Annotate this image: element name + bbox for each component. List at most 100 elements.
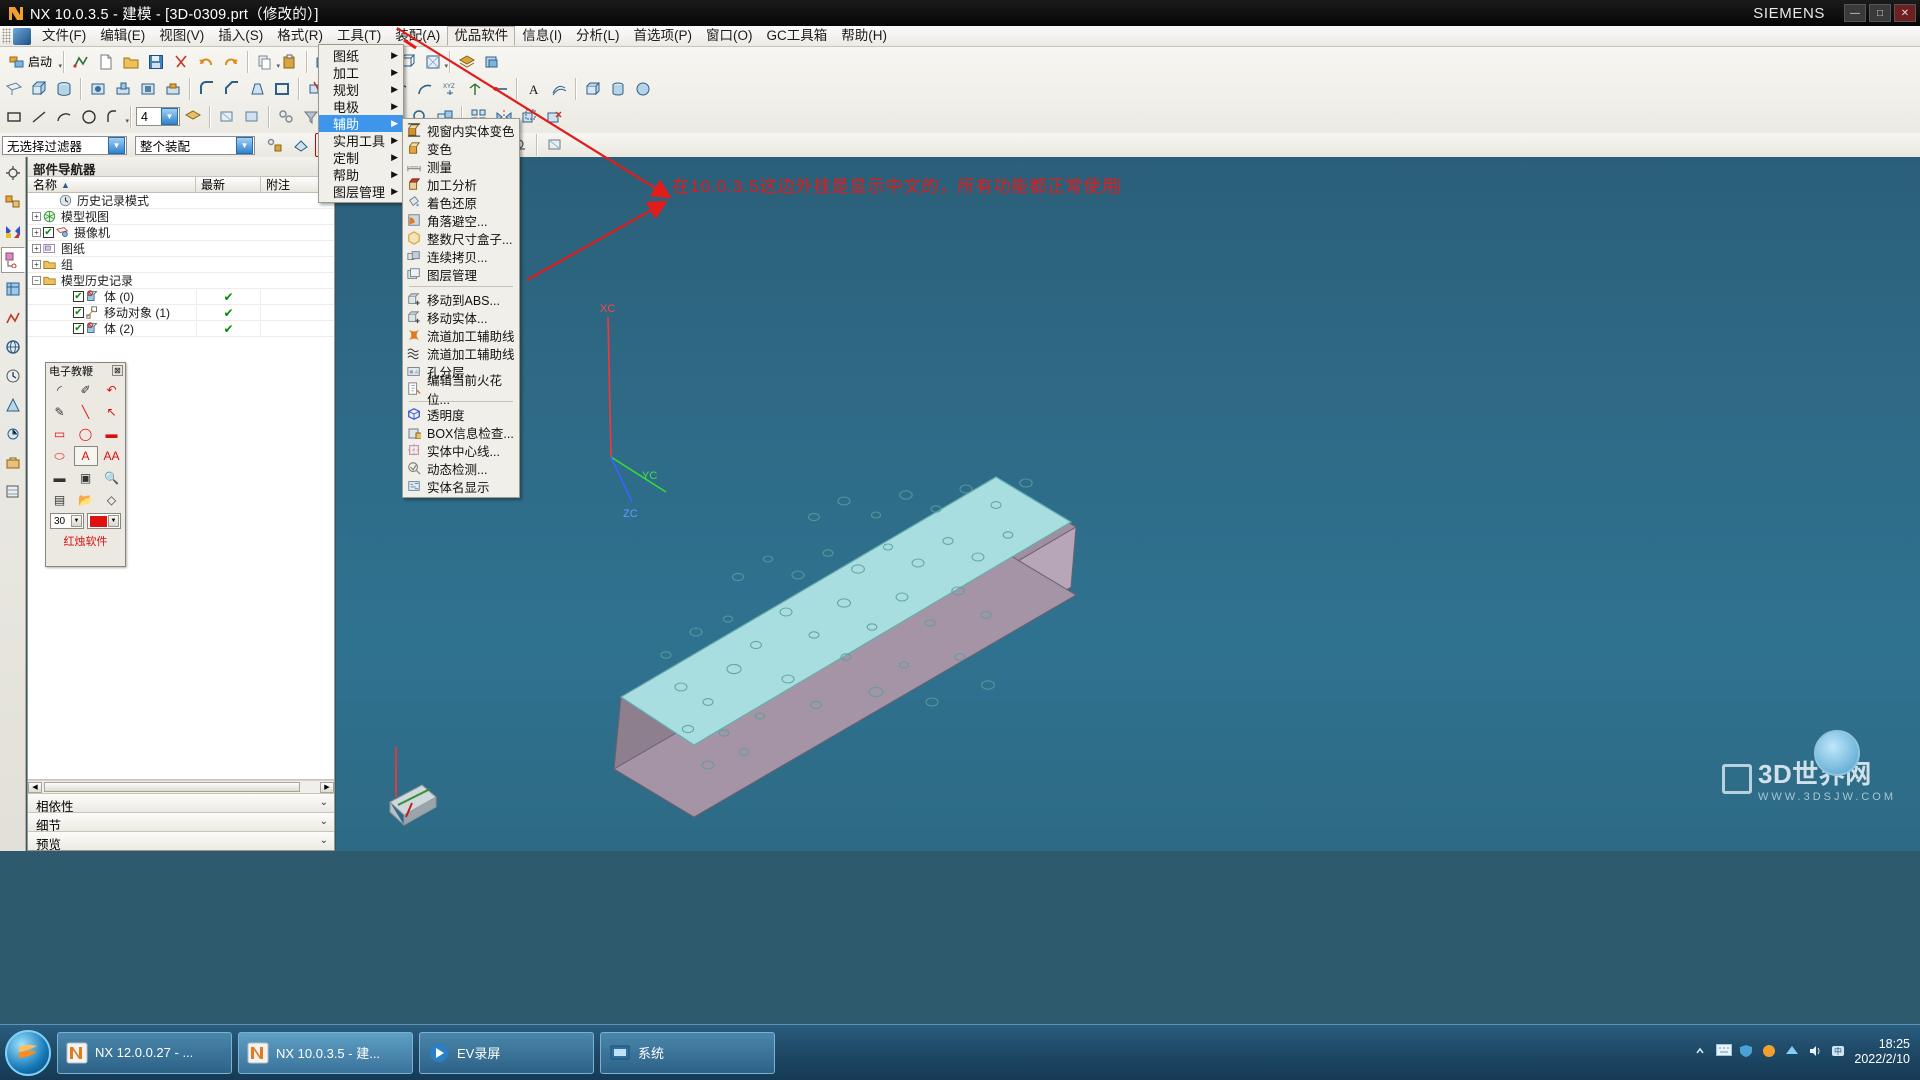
text-button[interactable]: A — [522, 77, 546, 101]
chamfer-button[interactable] — [220, 77, 244, 101]
hole-button[interactable] — [86, 77, 110, 101]
open-tool[interactable]: 📂 — [73, 490, 98, 510]
revolve-button[interactable] — [52, 77, 76, 101]
tray-app-icon[interactable] — [1762, 1044, 1778, 1060]
text-size-tool[interactable]: AA — [99, 446, 124, 466]
menu-entry-6[interactable]: 定制 ▶ — [319, 149, 403, 166]
view-orient-button[interactable]: ▾ — [421, 50, 448, 74]
delete-face-button[interactable] — [542, 105, 566, 129]
save-tool[interactable]: ▤ — [47, 490, 72, 510]
roles-icon[interactable] — [1, 450, 25, 476]
face-select-button[interactable] — [543, 133, 567, 157]
horizontal-scrollbar[interactable]: ◀ ▶ — [28, 780, 334, 793]
menu-item-8[interactable]: 信息(I) — [515, 26, 569, 46]
chevron-down-icon[interactable]: ▾ — [59, 62, 63, 70]
row-checkbox[interactable]: ✔ — [43, 227, 54, 238]
navigator-section[interactable]: 预览 ⌄ — [28, 831, 334, 852]
rect-filled-tool[interactable]: ▬ — [99, 424, 124, 444]
screenshot-tool[interactable]: ▣ — [73, 468, 98, 488]
scroll-right-icon[interactable]: ▶ — [320, 781, 334, 793]
pen-tool[interactable]: ✐ — [73, 380, 98, 400]
submenu-fuzhu[interactable]: 视窗内实体变色 变色 测量 加工分析 着色还原 角落避空... 整数尺寸盒子... 连续拷贝.… — [402, 118, 520, 498]
visible-layers-button[interactable] — [215, 105, 239, 129]
navigator-row[interactable]: 历史记录模式 — [28, 193, 334, 209]
expand-icon[interactable]: + — [32, 260, 41, 269]
taskbar-task-3[interactable]: 系统 — [600, 1031, 775, 1074]
menu-entry-7[interactable]: 帮助 ▶ — [319, 166, 403, 183]
curve-rule-button[interactable] — [488, 77, 512, 101]
part-navigator-icon[interactable] — [1, 247, 25, 273]
submenu-entry-1-5[interactable]: 编辑当前火花位... — [403, 374, 519, 407]
layers-panel-icon[interactable] — [1, 479, 25, 505]
layer-set-button[interactable] — [181, 105, 205, 129]
save-button[interactable] — [144, 50, 168, 74]
navigator-row[interactable]: + 组 — [28, 257, 334, 273]
menu-grip[interactable] — [2, 28, 11, 44]
submenu-entry-0-8[interactable]: 图层管理 — [403, 265, 519, 283]
menu-item-7[interactable]: 优品软件 — [447, 26, 516, 46]
history-icon[interactable] — [1, 363, 25, 389]
menu-item-6[interactable]: 装配(A) — [388, 26, 447, 46]
copy-button[interactable]: ▾ — [253, 50, 280, 74]
scope-combo[interactable]: 整个装配 ▼ — [135, 135, 255, 155]
submenu-entry-2-2[interactable]: 实体中心线... — [403, 441, 519, 459]
submenu-entry-0-7[interactable]: 连续拷贝... — [403, 247, 519, 265]
column-header-name[interactable]: 名称 ▲ — [28, 177, 196, 192]
layer-visible2-button[interactable] — [240, 105, 264, 129]
undo-tool[interactable]: ↶ — [99, 380, 124, 400]
view-navigation-ball[interactable] — [1814, 730, 1860, 776]
number-input[interactable]: 4 ▼ — [136, 107, 180, 126]
expand-icon[interactable]: + — [32, 244, 41, 253]
offset-face-button[interactable] — [517, 105, 541, 129]
web-browser-icon[interactable] — [1, 334, 25, 360]
minimize-button[interactable]: — — [1844, 4, 1866, 22]
menu-entry-4[interactable]: 辅助 ▶ — [319, 115, 403, 132]
collapse-icon[interactable]: − — [32, 276, 41, 285]
offset-curve-button[interactable] — [547, 77, 571, 101]
datum-plane-button[interactable] — [2, 77, 26, 101]
menu-entry-1[interactable]: 加工 ▶ — [319, 64, 403, 81]
row-checkbox[interactable]: ✔ — [73, 291, 84, 302]
chevron-down-icon[interactable]: ▼ — [71, 515, 82, 527]
select-general-button[interactable] — [263, 133, 287, 157]
menu-item-4[interactable]: 格式(R) — [270, 26, 330, 46]
expand-icon[interactable]: + — [32, 212, 41, 221]
chevron-down-icon[interactable]: ▼ — [108, 136, 125, 154]
assembly-navigator-icon[interactable] — [1, 160, 25, 186]
menu-entry-5[interactable]: 实用工具 ▶ — [319, 132, 403, 149]
menu-item-1[interactable]: 编辑(E) — [93, 26, 152, 46]
hd3d-tools-icon[interactable] — [1, 305, 25, 331]
chevron-down-icon[interactable]: ⌄ — [320, 816, 328, 827]
dropdown-menu-youpin[interactable]: 图纸 ▶ 加工 ▶ 规划 ▶ 电极 ▶ 辅助 ▶ 实用工具 ▶ 定制 ▶ 帮助 ▶ 图层管理 ▶ — [318, 44, 404, 203]
graphics-viewport[interactable]: XC YC ZC 3D世界网 WWW.3DSJW.COM — [336, 157, 1920, 851]
extrude-button[interactable] — [27, 77, 51, 101]
boss-button[interactable] — [111, 77, 135, 101]
cylinder-feature-button[interactable] — [606, 77, 630, 101]
box-feature-button[interactable] — [581, 77, 605, 101]
scroll-thumb[interactable] — [44, 782, 300, 792]
scroll-left-icon[interactable]: ◀ — [28, 781, 42, 793]
navigator-row[interactable]: ✔ 体 (0) ✔ — [28, 289, 334, 305]
tray-keyboard-icon[interactable] — [1716, 1044, 1733, 1060]
taskbar-task-0[interactable]: NX 12.0.0.27 - ... — [57, 1031, 232, 1074]
process-studio-icon[interactable] — [1, 421, 25, 447]
undo-button[interactable] — [194, 50, 218, 74]
redo-button[interactable] — [219, 50, 243, 74]
ellipse-outline-tool[interactable]: ◯ — [73, 424, 98, 444]
move-to-layer-button[interactable] — [274, 105, 298, 129]
submenu-entry-0-5[interactable]: 角落避空... — [403, 211, 519, 229]
tray-shield-icon[interactable] — [1739, 1044, 1755, 1060]
arc-tool-button[interactable] — [52, 105, 76, 129]
navigator-row[interactable]: + 模型视图 — [28, 209, 334, 225]
mirror-navigator-icon[interactable] — [1, 218, 25, 244]
fillet-tool-button[interactable]: ▾ — [102, 105, 129, 129]
submenu-entry-1-3[interactable]: 流道加工辅助线 — [403, 344, 519, 362]
navigator-row[interactable]: + 图纸 — [28, 241, 334, 257]
circle-tool-button[interactable] — [77, 105, 101, 129]
menu-item-11[interactable]: 窗口(O) — [699, 26, 760, 46]
system-materials-icon[interactable] — [1, 392, 25, 418]
taskbar-task-1[interactable]: NX 10.0.3.5 - 建... — [238, 1031, 413, 1074]
constraint-navigator-icon[interactable] — [1, 189, 25, 215]
row-checkbox[interactable]: ✔ — [73, 323, 84, 334]
chevron-down-icon[interactable]: ▼ — [236, 136, 253, 154]
